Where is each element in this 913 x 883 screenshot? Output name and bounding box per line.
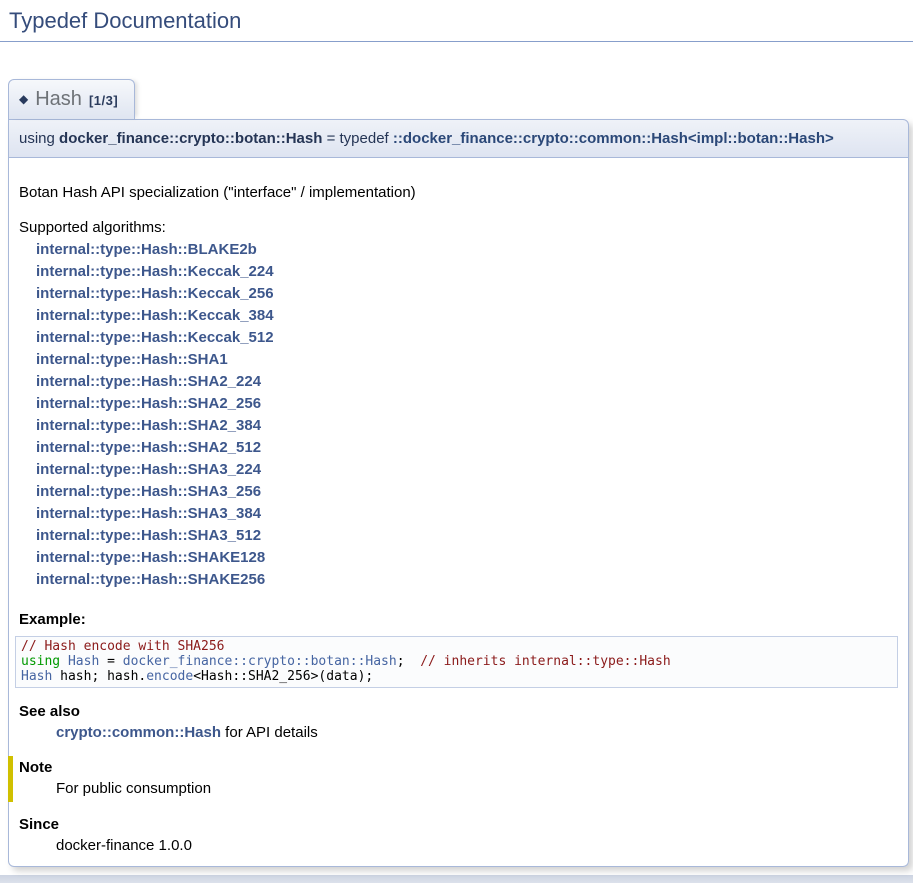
- code-link[interactable]: Hash: [68, 654, 99, 669]
- since-text: docker-finance 1.0.0: [56, 837, 898, 854]
- code-link[interactable]: Hash: [21, 669, 52, 684]
- code-fragment: // Hash encode with SHA256using Hash = d…: [15, 636, 898, 688]
- next-section-edge: [0, 875, 913, 883]
- see-also-section: See also crypto::common::Hash for API de…: [19, 703, 898, 741]
- algorithm-link[interactable]: internal::type::Hash::Keccak_384: [36, 307, 274, 324]
- code-text: ;: [397, 654, 420, 669]
- see-also-content: crypto::common::Hash for API details: [56, 724, 898, 741]
- declaration-middle: = typedef: [322, 130, 392, 147]
- see-also-suffix: for API details: [221, 724, 318, 741]
- algorithm-link[interactable]: internal::type::Hash::SHA1: [36, 351, 228, 368]
- member-summary: Botan Hash API specialization ("interfac…: [19, 184, 898, 201]
- declaration-prefix: using: [19, 130, 59, 147]
- algorithm-link[interactable]: internal::type::Hash::SHA3_384: [36, 505, 261, 522]
- supported-algorithms-list: internal::type::Hash::BLAKE2binternal::t…: [19, 239, 898, 591]
- algorithm-link[interactable]: internal::type::Hash::SHA2_256: [36, 395, 261, 412]
- see-also-label: See also: [19, 703, 898, 720]
- code-link[interactable]: encode: [146, 669, 193, 684]
- algorithm-link[interactable]: internal::type::Hash::Keccak_512: [36, 329, 274, 346]
- code-line: // Hash encode with SHA256: [21, 639, 892, 654]
- code-text: using: [21, 654, 60, 669]
- code-text: hash; hash.: [52, 669, 146, 684]
- algorithm-link[interactable]: internal::type::Hash::Keccak_224: [36, 263, 274, 280]
- algorithm-link[interactable]: internal::type::Hash::SHA3_512: [36, 527, 261, 544]
- algorithm-link[interactable]: internal::type::Hash::SHA3_224: [36, 461, 261, 478]
- example-label: Example:: [19, 611, 898, 628]
- supported-algorithms-block: Supported algorithms: internal::type::Ha…: [19, 217, 898, 591]
- see-also-link[interactable]: crypto::common::Hash: [56, 724, 221, 741]
- algorithm-link[interactable]: internal::type::Hash::Keccak_256: [36, 285, 274, 302]
- code-text: // inherits internal::type::Hash: [420, 654, 670, 669]
- code-text: <Hash::SHA2_256>(data);: [193, 669, 373, 684]
- since-section: Since docker-finance 1.0.0: [19, 816, 898, 854]
- algorithm-link[interactable]: internal::type::Hash::SHA2_384: [36, 417, 261, 434]
- permalink-diamond-icon[interactable]: ◆: [19, 92, 28, 106]
- note-label: Note: [19, 759, 898, 776]
- code-line: Hash hash; hash.encode<Hash::SHA2_256>(d…: [21, 669, 892, 684]
- note-text: For public consumption: [56, 780, 898, 797]
- code-line: using Hash = docker_finance::crypto::bot…: [21, 654, 892, 669]
- code-text: // Hash encode with SHA256: [21, 639, 225, 654]
- page-title: Typedef Documentation: [0, 0, 913, 42]
- code-text: =: [99, 654, 122, 669]
- algorithm-link[interactable]: internal::type::Hash::SHA2_512: [36, 439, 261, 456]
- member-title-tab[interactable]: ◆ Hash [1/3]: [8, 79, 135, 119]
- member-item: using docker_finance::crypto::botan::Has…: [8, 119, 909, 867]
- member-declaration: using docker_finance::crypto::botan::Has…: [8, 119, 909, 158]
- algorithm-link[interactable]: internal::type::Hash::SHA3_256: [36, 483, 261, 500]
- member-name: Hash: [35, 88, 82, 110]
- code-link[interactable]: docker_finance::crypto::botan::Hash: [123, 654, 397, 669]
- algorithm-link[interactable]: internal::type::Hash::SHAKE256: [36, 571, 265, 588]
- declaration-target-link[interactable]: ::docker_finance::crypto::common::Hash<i…: [393, 130, 834, 147]
- algorithm-link[interactable]: internal::type::Hash::SHAKE128: [36, 549, 265, 566]
- since-label: Since: [19, 816, 898, 833]
- code-text: [60, 654, 68, 669]
- algorithm-link[interactable]: internal::type::Hash::SHA2_224: [36, 373, 261, 390]
- declaration-name: docker_finance::crypto::botan::Hash: [59, 130, 322, 147]
- supported-algorithms-heading: Supported algorithms:: [19, 217, 898, 239]
- member-documentation: Botan Hash API specialization ("interfac…: [8, 158, 909, 867]
- algorithm-link[interactable]: internal::type::Hash::BLAKE2b: [36, 241, 257, 258]
- member-overload-index: [1/3]: [89, 93, 118, 108]
- note-section: Note For public consumption: [8, 756, 898, 802]
